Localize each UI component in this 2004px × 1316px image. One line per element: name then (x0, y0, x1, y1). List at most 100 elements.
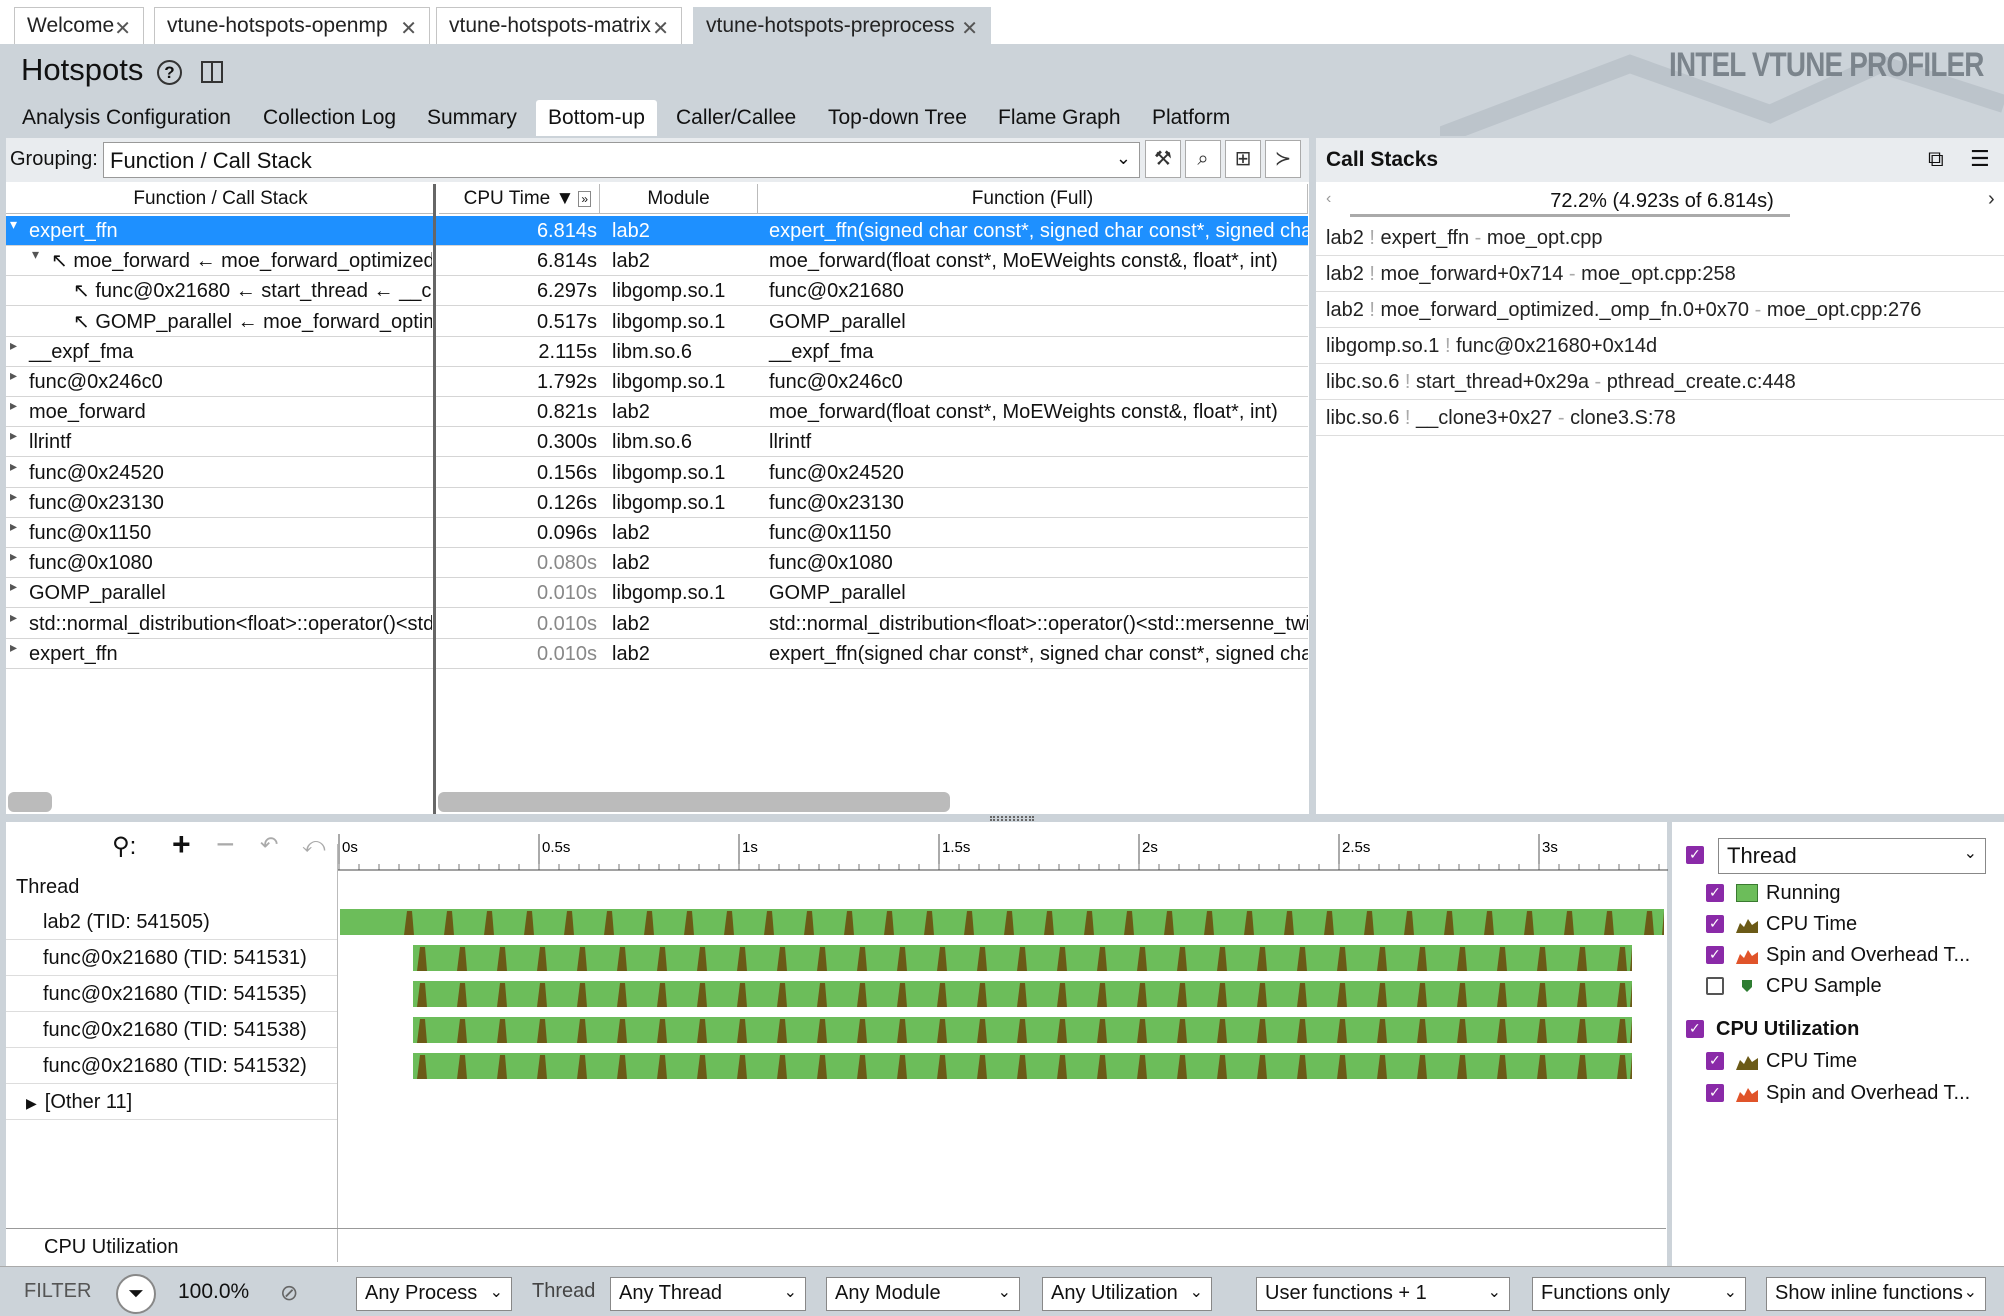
reset-zoom-icon[interactable]: ⤺ (302, 832, 326, 858)
column-cpu-time[interactable]: CPU Time ▼» (439, 184, 600, 214)
expand-toggle-icon[interactable]: ▶ (26, 1095, 37, 1111)
table-row[interactable]: ▸ moe_forward 0.821s lab2 moe_forward(float … (6, 397, 1308, 428)
thread-row-label[interactable]: lab2 (TID: 541505) (6, 904, 338, 940)
table-row[interactable]: ▸ func@0x23130 0.126s libgomp.so.1 func@0x23… (6, 488, 1308, 518)
pane-splitter[interactable] (433, 184, 436, 814)
legend-item[interactable]: Spin and Overhead T... (1706, 1078, 1970, 1108)
legend-item[interactable]: Spin and Overhead T... (1706, 940, 1970, 970)
settings-sliders-icon[interactable]: ☰ (1970, 146, 1990, 172)
table-row[interactable]: ↖ GOMP_parallel ← moe_forward_optimized 0… (6, 307, 1308, 337)
utilization-filter[interactable]: Any Utilization ⌄ (1042, 1277, 1212, 1311)
legend-item[interactable]: CPU Time (1706, 909, 1857, 939)
table-row[interactable]: ▸ func@0x24520 0.156s libgomp.so.1 func@0x24… (6, 458, 1308, 488)
thread-row-label[interactable]: func@0x21680 (TID: 541538) (6, 1012, 338, 1048)
table-row[interactable]: ▸ __expf_fma 2.115s libm.so.6 __expf_fma (6, 337, 1308, 367)
call-stack-frame[interactable]: lab2 ! expert_ffn - moe_opt.cpp (1316, 220, 2004, 256)
column-function-full[interactable]: Function (Full) (758, 184, 1308, 214)
thread-row-label[interactable]: func@0x21680 (TID: 541535) (6, 976, 338, 1012)
horizontal-scrollbar-left[interactable] (8, 792, 52, 812)
tab-platform[interactable]: Platform (1140, 100, 1242, 136)
table-row[interactable]: ▸ expert_ffn 0.010s lab2 expert_ffn(signed c… (6, 639, 1308, 669)
close-icon[interactable]: ✕ (961, 16, 978, 41)
horizontal-scrollbar-right[interactable] (438, 792, 950, 812)
table-row[interactable]: ▸ llrintf 0.300s libm.so.6 llrintf (6, 427, 1308, 458)
legend-item[interactable]: Running (1706, 878, 1841, 908)
inline-functions-filter[interactable]: Show inline functions ⌄ (1766, 1277, 1986, 1311)
table-row[interactable]: ↖ func@0x21680 ← start_thread ← __clone3… (6, 276, 1308, 307)
call-stack-frame[interactable]: libc.so.6 ! __clone3+0x27 - clone3.S:78 (1316, 400, 2004, 436)
thread-filter[interactable]: Any Thread ⌄ (610, 1277, 806, 1311)
tab-matrix[interactable]: vtune-hotspots-matrix ✕ (436, 7, 682, 44)
tab-flame-graph[interactable]: Flame Graph (986, 100, 1133, 136)
function-full-cell: func@0x1150 (769, 522, 892, 544)
column-module[interactable]: Module (600, 184, 758, 214)
table-row[interactable]: ▸ func@0x1150 0.096s lab2 func@0x1150 (6, 518, 1308, 548)
grouping-select[interactable]: Function / Call Stack ⌄ (103, 142, 1140, 178)
legend-checkbox[interactable] (1706, 915, 1724, 933)
close-icon[interactable]: ✕ (114, 16, 131, 41)
pane-resize-handle[interactable] (990, 816, 1034, 821)
close-icon[interactable]: ✕ (652, 16, 669, 41)
zoom-search-icon[interactable]: ⚲: (112, 832, 136, 861)
legend-checkbox[interactable] (1706, 977, 1724, 995)
process-filter[interactable]: Any Process ⌄ (356, 1277, 512, 1311)
table-row[interactable]: ▸ GOMP_parallel 0.010s libgomp.so.1 GOMP_par… (6, 578, 1308, 609)
help-icon[interactable]: ? (157, 60, 182, 85)
copy-icon[interactable]: ⧉ (1928, 146, 1944, 172)
documentation-icon[interactable] (199, 59, 225, 85)
module-filter[interactable]: Any Module ⌄ (826, 1277, 1020, 1311)
zoom-out-icon[interactable]: − (216, 826, 235, 863)
legend-checkbox[interactable] (1706, 884, 1724, 902)
tab-bottom-up[interactable]: Bottom-up (536, 100, 657, 136)
call-stack-frame[interactable]: lab2 ! moe_forward+0x714 - moe_opt.cpp:2… (1316, 256, 2004, 292)
tab-collection-log[interactable]: Collection Log (251, 100, 408, 136)
legend-checkbox[interactable] (1706, 1084, 1724, 1102)
tab-top-down-tree[interactable]: Top-down Tree (816, 100, 979, 136)
cpu-util-divider (6, 1228, 1666, 1229)
tab-analysis-configuration[interactable]: Analysis Configuration (10, 100, 243, 136)
table-row[interactable]: ▾↖ moe_forward ← moe_forward_optimized._… (6, 246, 1308, 277)
grouping-label: Grouping: (10, 148, 98, 170)
undo-zoom-icon[interactable]: ↶ (260, 832, 278, 858)
tab-openmp[interactable]: vtune-hotspots-openmp ✕ (154, 7, 430, 44)
table-row[interactable]: ▾ expert_ffn 6.814s lab2 expert_ffn(signed c… (6, 216, 1308, 246)
legend-item[interactable]: CPU Time (1706, 1046, 1857, 1076)
frame-source: moe_opt.cpp:258 (1581, 263, 1736, 285)
table-row[interactable]: ▸ func@0x1080 0.080s lab2 func@0x1080 (6, 548, 1308, 579)
functions-only-filter[interactable]: Functions only ⌄ (1532, 1277, 1746, 1311)
table-row[interactable]: ▸ std::normal_distribution<float>::operat… (6, 609, 1308, 639)
tab-welcome[interactable]: Welcome ✕ (14, 7, 144, 44)
legend-group-select[interactable]: Thread ⌄ (1718, 838, 1986, 874)
call-stack-frame[interactable]: libgomp.so.1 ! func@0x21680+0x14d (1316, 328, 2004, 364)
expand-columns-icon[interactable]: » (578, 190, 591, 207)
call-stack-frame[interactable]: libc.so.6 ! start_thread+0x29a - pthread… (1316, 364, 2004, 400)
filter-icon[interactable]: ⏷ (116, 1274, 156, 1314)
call-stack-frame[interactable]: lab2 ! moe_forward_optimized._omp_fn.0+0… (1316, 292, 2004, 328)
clear-filter-icon[interactable]: ⊘ (280, 1280, 298, 1306)
user-functions-filter[interactable]: User functions + 1 ⌄ (1256, 1277, 1510, 1311)
close-icon[interactable]: ✕ (400, 16, 417, 41)
tab-caller-callee[interactable]: Caller/Callee (664, 100, 808, 136)
module-cell: libgomp.so.1 (612, 310, 726, 333)
next-stack-icon[interactable]: › (1988, 188, 1995, 211)
thread-row-label[interactable]: func@0x21680 (TID: 541532) (6, 1048, 338, 1084)
legend-checkbox[interactable] (1706, 946, 1724, 964)
column-function[interactable]: Function / Call Stack (6, 184, 436, 214)
search-button[interactable]: ⌕ (1185, 140, 1221, 178)
legend-item[interactable]: CPU Sample (1706, 971, 1882, 1001)
zoom-in-icon[interactable]: + (172, 826, 191, 863)
legend-section-cpu-utilization[interactable]: CPU Utilization (1686, 1014, 1859, 1044)
legend-checkbox[interactable] (1686, 1020, 1704, 1038)
console-button[interactable]: ≻ (1265, 140, 1301, 178)
hierarchy-button[interactable]: ⊞ (1225, 140, 1261, 178)
thread-group-checkbox[interactable] (1686, 846, 1716, 864)
legend-checkbox[interactable] (1706, 1052, 1724, 1070)
tab-summary[interactable]: Summary (415, 100, 529, 136)
previous-stack-icon[interactable]: ‹ (1326, 190, 1331, 208)
tab-preprocess[interactable]: vtune-hotspots-preprocess ✕ (693, 7, 991, 44)
thread-row-label[interactable]: func@0x21680 (TID: 541531) (6, 940, 338, 976)
function-cell: GOMP_parallel (29, 582, 166, 605)
table-row[interactable]: ▸ func@0x246c0 1.792s libgomp.so.1 func@0x24… (6, 367, 1308, 397)
grid-settings-button[interactable]: ⚒ (1145, 140, 1181, 178)
other-threads-row[interactable]: ▶ [Other 11] (6, 1084, 338, 1120)
